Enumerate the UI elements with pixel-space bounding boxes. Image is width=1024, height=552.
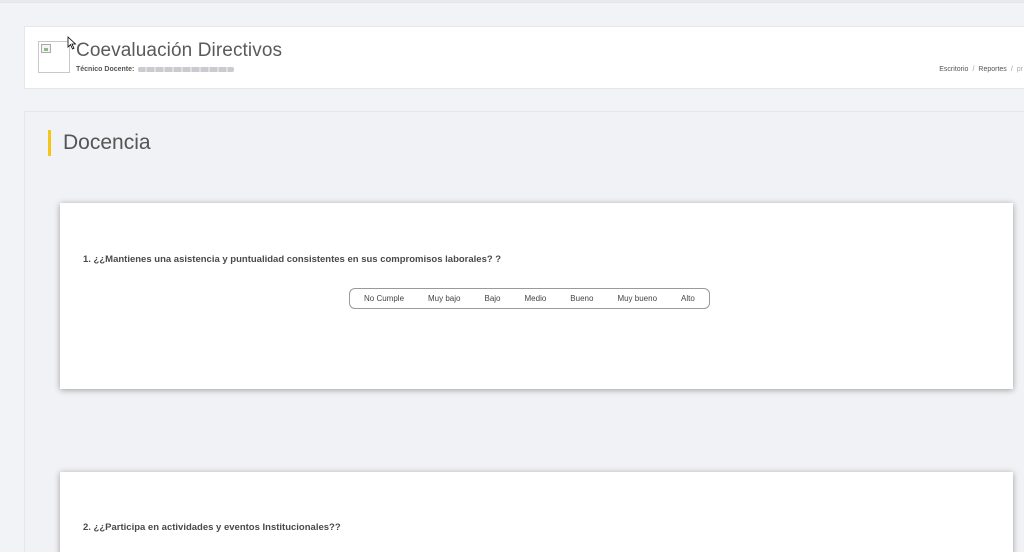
mouse-cursor-icon: [67, 36, 77, 50]
question-card-1: 1. ¿¿Mantienes una asistencia y puntuali…: [60, 203, 1013, 389]
question-text-2: 2. ¿¿Participa en actividades y eventos …: [83, 522, 341, 533]
top-strip: [0, 0, 1024, 3]
breadcrumb-reportes[interactable]: Reportes: [978, 66, 1006, 73]
breadcrumb-escritorio[interactable]: Escritorio: [939, 66, 968, 73]
option-no-cumple[interactable]: No Cumple: [352, 289, 416, 308]
breadcrumb-separator: /: [1010, 66, 1013, 73]
section-header: Docencia: [25, 112, 1024, 182]
breadcrumb-current: pr: [1016, 66, 1023, 73]
broken-image-icon: [41, 44, 51, 53]
breadcrumb: Escritorio / Reportes / pr: [939, 66, 1023, 73]
breadcrumb-separator: /: [972, 66, 975, 73]
option-muy-bueno[interactable]: Muy bueno: [605, 289, 669, 308]
teacher-line: Técnico Docente:: [76, 66, 235, 73]
option-bueno[interactable]: Bueno: [558, 289, 605, 308]
rating-options: No Cumple Muy bajo Bajo Medio Bueno Muy …: [349, 288, 710, 309]
section-title: Docencia: [63, 131, 151, 154]
option-bajo[interactable]: Bajo: [472, 289, 512, 308]
teacher-name-redacted: [138, 66, 235, 72]
page-title: Coevaluación Directivos: [76, 40, 283, 61]
page-header: Coevaluación Directivos Técnico Docente:…: [24, 26, 1024, 89]
option-alto[interactable]: Alto: [669, 289, 707, 308]
section-accent-bar: [48, 130, 51, 156]
question-card-2: 2. ¿¿Participa en actividades y eventos …: [60, 472, 1013, 552]
question-text-1: 1. ¿¿Mantienes una asistencia y puntuali…: [83, 254, 502, 265]
option-medio[interactable]: Medio: [513, 289, 559, 308]
logo-image-placeholder: [38, 41, 70, 73]
option-muy-bajo[interactable]: Muy bajo: [416, 289, 472, 308]
teacher-label: Técnico Docente:: [76, 66, 135, 73]
